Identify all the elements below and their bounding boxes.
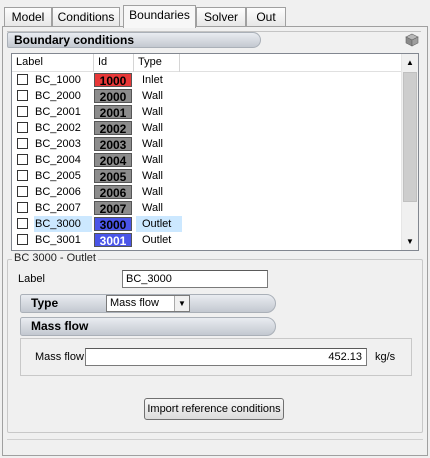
tab-out[interactable]: Out xyxy=(246,7,286,27)
scroll-thumb[interactable] xyxy=(403,72,417,202)
row-checkbox[interactable] xyxy=(17,234,28,245)
type-value: Mass flow xyxy=(110,297,159,309)
list-rows: BC_1000 1000 Inlet BC_2000 2000 Wall BC_2001 20… xyxy=(12,72,402,248)
list-item[interactable]: BC_2004 2004 Wall xyxy=(12,152,402,168)
row-label: BC_2005 xyxy=(35,170,81,182)
row-label: BC_2003 xyxy=(35,138,81,150)
mass-flow-box: Mass flow 452.13 kg/s xyxy=(20,338,412,376)
list-item[interactable]: BC_1000 1000 Inlet xyxy=(12,72,402,88)
row-type: Wall xyxy=(142,90,163,102)
tab-bar: Model Conditions Boundaries Solver Out xyxy=(2,5,428,28)
row-label: BC_1000 xyxy=(35,74,81,86)
boundaries-panel: Boundary conditions Label Id Type BC_100… xyxy=(2,26,428,456)
column-header-id[interactable]: Id xyxy=(94,54,134,72)
row-label: BC_2000 xyxy=(35,90,81,102)
chevron-down-icon[interactable]: ▼ xyxy=(174,296,189,311)
row-id-badge: 2002 xyxy=(94,121,132,136)
row-checkbox[interactable] xyxy=(17,122,28,133)
mass-flow-caption: Mass flow xyxy=(35,351,84,363)
label-input[interactable]: BC_3000 xyxy=(122,270,268,288)
column-header-type[interactable]: Type xyxy=(134,54,180,72)
tab-label: Out xyxy=(256,10,276,24)
row-label: BC_2006 xyxy=(35,186,81,198)
mass-flow-input[interactable]: 452.13 xyxy=(85,348,367,366)
list-item[interactable]: BC_2003 2003 Wall xyxy=(12,136,402,152)
list-item[interactable]: BC_2007 2007 Wall xyxy=(12,200,402,216)
tab-label: Boundaries xyxy=(129,8,190,22)
label-caption: Label xyxy=(18,273,45,285)
boundary-details-group: BC 3000 - Outlet Label BC_3000 Type Mass… xyxy=(7,252,423,433)
row-type: Wall xyxy=(142,202,163,214)
row-id-badge: 3000 xyxy=(94,217,132,232)
row-id-badge: 3001 xyxy=(94,233,132,248)
row-label: BC_2001 xyxy=(35,106,81,118)
row-label: BC_2007 xyxy=(35,202,81,214)
list-item[interactable]: BC_2006 2006 Wall xyxy=(12,184,402,200)
row-type: Inlet xyxy=(142,74,163,86)
list-item[interactable]: BC_2001 2001 Wall xyxy=(12,104,402,120)
list-item[interactable]: BC_3001 3001 Outlet xyxy=(12,232,402,248)
column-header-label[interactable]: Label xyxy=(12,54,94,72)
tab-label: Conditions xyxy=(57,10,115,24)
list-item[interactable]: BC_2005 2005 Wall xyxy=(12,168,402,184)
list-item[interactable]: BC_2000 2000 Wall xyxy=(12,88,402,104)
scroll-up-icon[interactable]: ▲ xyxy=(402,54,418,71)
row-checkbox[interactable] xyxy=(17,106,28,117)
row-id-badge: 2003 xyxy=(94,137,132,152)
import-reference-conditions-button[interactable]: Import reference conditions xyxy=(144,398,284,420)
cube-icon[interactable] xyxy=(405,33,419,47)
tab-model[interactable]: Model xyxy=(4,7,52,27)
list-header: Label Id Type xyxy=(12,54,402,72)
list-item[interactable]: BC_3000 3000 Outlet xyxy=(12,216,402,232)
row-id-badge: 2001 xyxy=(94,105,132,120)
mass-flow-unit: kg/s xyxy=(375,351,396,363)
section-title: Boundary conditions xyxy=(7,32,261,48)
row-type: Outlet xyxy=(136,216,182,232)
row-type: Wall xyxy=(142,154,163,166)
scroll-down-icon[interactable]: ▼ xyxy=(402,233,418,250)
row-label: BC_2002 xyxy=(35,122,81,134)
row-id-badge: 2007 xyxy=(94,201,132,216)
row-checkbox[interactable] xyxy=(17,138,28,149)
vertical-scrollbar[interactable]: ▲ ▼ xyxy=(401,54,418,250)
row-type: Wall xyxy=(142,106,163,118)
divider xyxy=(7,439,423,440)
row-label: BC_3000 xyxy=(34,216,92,232)
row-type: Outlet xyxy=(142,234,172,246)
row-type: Wall xyxy=(142,186,163,198)
row-label: BC_2004 xyxy=(35,154,81,166)
row-checkbox[interactable] xyxy=(17,202,28,213)
row-id-badge: 2004 xyxy=(94,153,132,168)
mass-flow-section-title: Mass flow xyxy=(31,319,89,333)
tab-boundaries[interactable]: Boundaries xyxy=(123,5,196,28)
boundary-list[interactable]: Label Id Type BC_1000 1000 Inlet BC_2000 200… xyxy=(11,53,419,251)
mass-flow-section: Mass flow xyxy=(20,317,276,336)
tab-label: Model xyxy=(11,10,45,24)
row-id-badge: 2006 xyxy=(94,185,132,200)
tab-label: Solver xyxy=(203,10,238,24)
row-label: BC_3001 xyxy=(35,234,81,246)
tab-solver[interactable]: Solver xyxy=(196,7,246,27)
row-checkbox[interactable] xyxy=(17,170,28,181)
row-checkbox[interactable] xyxy=(17,186,28,197)
section-header: Boundary conditions xyxy=(7,31,421,48)
type-caption: Type xyxy=(31,296,59,310)
list-item[interactable]: BC_2002 2002 Wall xyxy=(12,120,402,136)
group-title: BC 3000 - Outlet xyxy=(12,252,98,264)
row-checkbox[interactable] xyxy=(17,74,28,85)
row-checkbox[interactable] xyxy=(17,154,28,165)
row-checkbox[interactable] xyxy=(17,90,28,101)
type-dropdown[interactable]: Mass flow ▼ xyxy=(106,295,190,312)
row-type: Wall xyxy=(142,122,163,134)
row-checkbox[interactable] xyxy=(17,218,28,229)
row-id-badge: 2005 xyxy=(94,169,132,184)
row-type: Wall xyxy=(142,170,163,182)
row-type: Wall xyxy=(142,138,163,150)
row-id-badge: 1000 xyxy=(94,73,132,88)
row-id-badge: 2000 xyxy=(94,89,132,104)
tab-conditions[interactable]: Conditions xyxy=(52,7,120,27)
